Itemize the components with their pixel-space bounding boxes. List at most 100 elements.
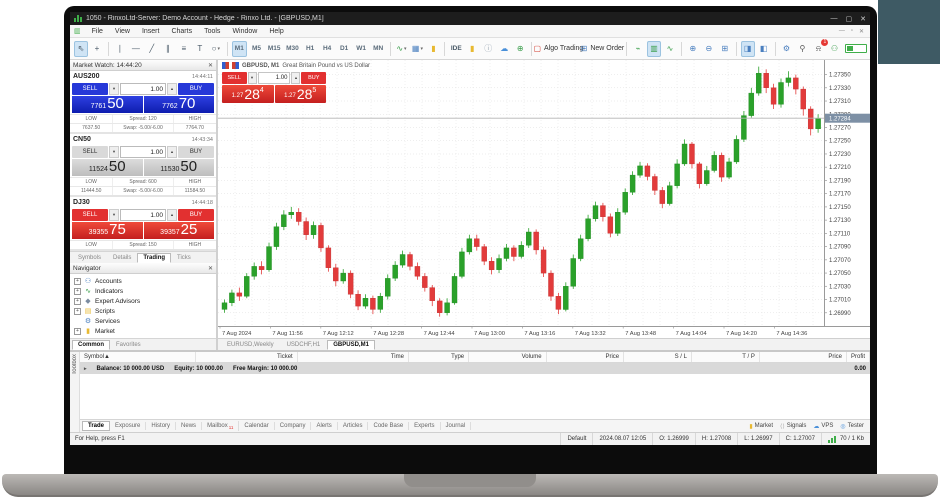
text-icon[interactable]: T xyxy=(193,41,207,57)
chart-tab-usdchf-h1[interactable]: USDCHF,H1 xyxy=(281,340,327,350)
template-icon[interactable]: ▦ ▾ xyxy=(410,41,424,57)
bid-price[interactable]: 1.27 28 4 xyxy=(222,85,274,103)
tree-item-expert-advisors[interactable]: + ◆ Expert Advisors xyxy=(70,296,216,306)
ide-button[interactable]: IDE xyxy=(449,41,463,57)
menu-item-help[interactable]: Help xyxy=(263,28,289,35)
cloud-icon[interactable]: ☁ xyxy=(497,41,511,57)
volume-dropdown[interactable]: ▾ xyxy=(109,209,119,221)
dock-right-icon[interactable]: ◨ xyxy=(740,40,755,57)
cursor-icon[interactable]: ⇖ xyxy=(74,40,88,57)
sell-button[interactable]: SELL xyxy=(72,83,108,95)
menu-item-insert[interactable]: Insert xyxy=(136,28,166,35)
settings-gear-icon[interactable]: ⚙ xyxy=(779,41,793,57)
volume-stepper[interactable]: ▴ xyxy=(167,146,177,158)
close-button[interactable]: ✕ xyxy=(860,15,866,23)
tab-common[interactable]: Common xyxy=(72,340,110,350)
timeframe-m30-button[interactable]: M30 xyxy=(284,41,300,57)
volume-stepper[interactable]: ▴ xyxy=(167,209,177,221)
balance-row[interactable]: ▸ Balance: 10 000.00 USD Equity: 10 000.… xyxy=(80,363,870,374)
toolbox-signals-button[interactable]: ⟨⟩ Signals xyxy=(780,423,806,430)
algo-trading-button[interactable]: ▢ Algo Trading xyxy=(533,41,583,57)
column-header-price[interactable]: Price xyxy=(760,352,847,362)
line-chart-icon[interactable]: ∿ xyxy=(663,41,677,57)
toolbox-tab-experts[interactable]: Experts xyxy=(409,422,441,430)
buy-button[interactable]: BUY xyxy=(301,72,326,84)
toolbox-tab-news[interactable]: News xyxy=(176,422,203,430)
notifications-bell-icon[interactable]: ⍾ 1 xyxy=(811,38,829,57)
chart-tab-gbpusd-m1[interactable]: GBPUSD,M1 xyxy=(327,340,375,350)
chart-tab-eurusd-weekly[interactable]: EURUSD,Weekly xyxy=(221,340,280,350)
new-order-button[interactable]: ⊞ New Order xyxy=(581,41,625,57)
menu-item-file[interactable]: File xyxy=(86,28,109,35)
expand-icon[interactable]: + xyxy=(74,287,81,295)
timeframe-w1-button[interactable]: W1 xyxy=(354,41,369,57)
zoom-out-icon[interactable]: ⊖ xyxy=(702,41,716,57)
tile-windows-icon[interactable]: ⊞ xyxy=(718,41,732,57)
indicators-icon[interactable]: ∿ ▾ xyxy=(394,41,408,57)
tab-ticks[interactable]: Ticks xyxy=(171,253,197,263)
lock-icon[interactable]: ▮ xyxy=(465,41,479,57)
sell-button[interactable]: SELL xyxy=(72,146,108,158)
column-header-symbol[interactable]: Symbol ▲ xyxy=(80,352,197,362)
toolbox-tab-exposure[interactable]: Exposure xyxy=(110,422,147,430)
zoom-in-icon[interactable]: ⊕ xyxy=(686,41,700,57)
sell-button[interactable]: SELL xyxy=(72,209,108,221)
column-header-price[interactable]: Price xyxy=(547,352,625,362)
timeframe-m5-button[interactable]: M5 xyxy=(249,41,264,57)
volume-stepper[interactable]: ▴ xyxy=(291,72,301,84)
column-header-profit[interactable]: Profit xyxy=(847,352,871,362)
timeframe-h4-button[interactable]: H4 xyxy=(320,41,335,57)
menu-item-charts[interactable]: Charts xyxy=(165,28,198,35)
search-icon[interactable]: ⚲ xyxy=(795,41,809,57)
column-header-volume[interactable]: Volume xyxy=(469,352,547,362)
bid-price[interactable]: 39355 75 xyxy=(72,222,143,239)
navigator-close-icon[interactable]: ✕ xyxy=(208,265,213,272)
mdi-restore-button[interactable]: ▫ xyxy=(851,28,853,35)
column-header-sl[interactable]: S / L xyxy=(624,352,692,362)
volume-field[interactable]: 1.00 xyxy=(120,83,166,95)
ask-price[interactable]: 39357 25 xyxy=(143,222,214,239)
ask-price[interactable]: 11530 50 xyxy=(143,159,214,176)
expand-icon[interactable]: + xyxy=(74,297,81,305)
mdi-close-button[interactable]: ✕ xyxy=(859,28,864,35)
timeframe-mn-button[interactable]: MN xyxy=(371,41,386,57)
menu-item-view[interactable]: View xyxy=(109,28,136,35)
maximize-button[interactable]: ▢ xyxy=(846,15,853,23)
timeframe-m15-button[interactable]: M15 xyxy=(266,41,282,57)
user-icon[interactable]: ⚇ xyxy=(827,41,841,57)
volume-dropdown[interactable]: ▾ xyxy=(109,83,119,95)
volume-dropdown[interactable]: ▾ xyxy=(247,72,257,84)
toolbox-market-button[interactable]: ▮ Market xyxy=(749,423,773,430)
menu-item-window[interactable]: Window xyxy=(226,28,263,35)
column-header-type[interactable]: Type xyxy=(409,352,470,362)
crosshair-icon[interactable]: + xyxy=(90,41,104,57)
channel-icon[interactable]: ∥ xyxy=(161,41,175,57)
tick-chart-icon[interactable]: ⌁ xyxy=(631,41,645,57)
timeframe-m1-button[interactable]: M1 xyxy=(231,40,247,57)
toolbox-tab-code-base[interactable]: Code Base xyxy=(368,422,410,430)
horizontal-line-icon[interactable]: ― xyxy=(129,41,143,57)
column-header-tp[interactable]: T / P xyxy=(692,352,760,362)
ask-price[interactable]: 7762 70 xyxy=(143,96,214,113)
buy-button[interactable]: BUY xyxy=(178,83,214,95)
tree-item-market[interactable]: + ▮ Market xyxy=(70,326,216,336)
tab-trading[interactable]: Trading xyxy=(137,253,172,263)
sell-button[interactable]: SELL xyxy=(222,72,247,84)
toolbox-tab-journal[interactable]: Journal xyxy=(441,422,472,430)
toolbox-vps-button[interactable]: ☁ VPS xyxy=(813,423,833,430)
bid-price[interactable]: 7761 50 xyxy=(72,96,143,113)
toolbox-tab-trade[interactable]: Trade xyxy=(82,421,111,431)
tree-item-services[interactable]: ⚙ Services xyxy=(70,316,216,326)
volume-field[interactable]: 1.00 xyxy=(257,72,291,84)
column-header-ticket[interactable]: Ticket xyxy=(196,352,298,362)
shapes-icon[interactable]: ○ ▾ xyxy=(209,41,223,57)
volume-stepper[interactable]: ▴ xyxy=(167,83,177,95)
community-icon[interactable]: ⊕ xyxy=(513,41,527,57)
mdi-minimize-button[interactable]: — xyxy=(839,28,845,35)
toolbox-tab-history[interactable]: History xyxy=(146,422,177,430)
toolbox-tab-mailbox[interactable]: Mailbox 11 xyxy=(202,421,240,431)
toolbox-tab-articles[interactable]: Articles xyxy=(338,422,369,430)
toolbox-tab-calendar[interactable]: Calendar xyxy=(239,422,275,430)
dock-left-icon[interactable]: ◧ xyxy=(757,41,771,57)
volume-dropdown[interactable]: ▾ xyxy=(109,146,119,158)
